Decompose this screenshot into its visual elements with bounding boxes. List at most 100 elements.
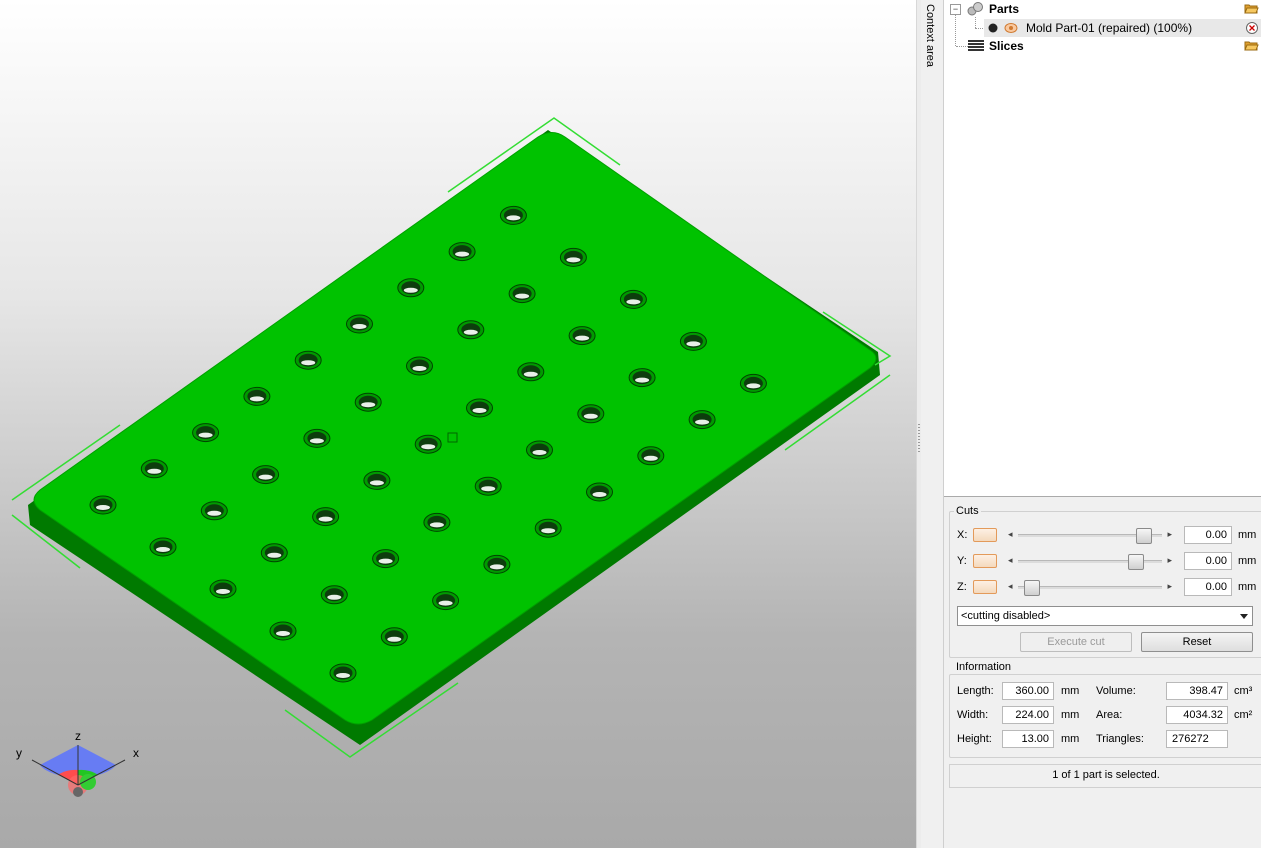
volume-value: 398.47 — [1166, 682, 1228, 700]
width-value: 224.00 — [1002, 706, 1054, 724]
hole-floor — [387, 636, 402, 642]
hole-floor — [583, 413, 598, 419]
cut-x-value-field[interactable]: 0.00 — [1184, 526, 1232, 544]
hole-floor — [258, 474, 273, 480]
cut-z-slider-thumb[interactable] — [1024, 580, 1040, 596]
hole-floor — [523, 371, 538, 377]
hole-floor — [301, 360, 316, 366]
right-panel: − Parts Mold Part-01 (repaired) (100%) S… — [944, 0, 1261, 848]
volume-unit: cm³ — [1234, 685, 1253, 697]
axis-label-y: y — [16, 746, 22, 760]
hole-floor — [421, 444, 436, 450]
hole-floor — [198, 432, 213, 438]
cut-y-value-field[interactable]: 0.00 — [1184, 552, 1232, 570]
slider-left-arrow-icon[interactable]: ◂ — [1008, 529, 1013, 540]
tree-item-slices-label: Slices — [989, 39, 1024, 53]
hole-floor — [378, 558, 393, 564]
hole-floor — [695, 419, 710, 425]
hole-floor — [515, 293, 530, 299]
parts-tree[interactable]: − Parts Mold Part-01 (repaired) (100%) S… — [944, 0, 1261, 497]
hole-floor — [403, 287, 418, 293]
hole-floor — [592, 492, 607, 497]
collapse-icon[interactable]: − — [950, 4, 961, 15]
cuts-title: Cuts — [954, 505, 981, 517]
cut-x-label: X: — [957, 529, 968, 541]
open-folder-icon[interactable] — [1244, 3, 1259, 14]
remove-part-icon[interactable] — [1246, 22, 1258, 34]
scene-svg[interactable] — [0, 0, 916, 848]
cut-z-color-button[interactable] — [973, 580, 997, 594]
reset-button[interactable]: Reset — [1141, 632, 1253, 652]
hole-floor — [481, 486, 496, 492]
slider-left-arrow-icon[interactable]: ◂ — [1008, 581, 1013, 592]
context-area-tab[interactable]: Context area — [921, 0, 944, 848]
cut-z-label: Z: — [957, 581, 967, 593]
tree-item-parts[interactable]: − Parts — [944, 0, 1261, 18]
hole-floor — [156, 547, 170, 552]
chevron-down-icon[interactable] — [1240, 614, 1248, 619]
hole-floor — [249, 396, 264, 402]
cut-mode-value: <cutting disabled> — [961, 610, 1051, 622]
hole-floor — [686, 341, 701, 347]
cut-z-value-field[interactable]: 0.00 — [1184, 578, 1232, 596]
plate-top[interactable] — [33, 132, 877, 725]
hole-floor — [463, 329, 478, 335]
slider-right-arrow-icon[interactable]: ▸ — [1167, 555, 1172, 566]
cut-z-unit: mm — [1238, 581, 1257, 593]
hole-floor — [506, 215, 521, 221]
hole-floor — [147, 468, 162, 474]
hole-floor — [96, 505, 110, 510]
execute-cut-button[interactable]: Execute cut — [1020, 632, 1132, 652]
cut-y-slider-thumb[interactable] — [1128, 554, 1144, 570]
area-label: Area: — [1096, 709, 1123, 721]
cut-z-slider[interactable]: ◂ ▸ — [1006, 580, 1174, 596]
cut-y-color-button[interactable] — [973, 554, 997, 568]
width-unit: mm — [1061, 709, 1080, 721]
slider-right-arrow-icon[interactable]: ▸ — [1167, 529, 1172, 540]
selection-status: 1 of 1 part is selected. — [949, 764, 1261, 788]
cut-y-slider[interactable]: ◂ ▸ — [1006, 554, 1174, 570]
hole-floor — [216, 589, 230, 594]
hole-floor — [429, 522, 444, 528]
cut-x-slider-thumb[interactable] — [1136, 528, 1152, 544]
slider-left-arrow-icon[interactable]: ◂ — [1008, 555, 1013, 566]
height-value: 13.00 — [1002, 730, 1054, 748]
eye-icon[interactable] — [1004, 22, 1018, 34]
tree-item-mold-part-label: Mold Part-01 (repaired) (100%) — [1026, 21, 1193, 35]
hole-floor — [489, 564, 504, 570]
tree-item-slices[interactable]: Slices — [944, 37, 1261, 55]
height-label: Height: — [957, 733, 992, 745]
context-area-label: Context area — [924, 4, 936, 67]
cut-mode-select[interactable]: <cutting disabled> — [957, 606, 1253, 626]
axis-label-z: z — [75, 729, 81, 743]
cut-x-slider[interactable]: ◂ ▸ — [1006, 528, 1174, 544]
cut-x-color-button[interactable] — [973, 528, 997, 542]
length-value: 360.00 — [1002, 682, 1054, 700]
area-unit: cm² — [1234, 709, 1253, 721]
hole-floor — [643, 455, 658, 461]
information-title: Information — [954, 661, 1014, 673]
hole-floor — [438, 600, 453, 606]
hole-floor — [541, 528, 556, 534]
axis-gizmo — [31, 745, 126, 797]
hole-floor — [369, 480, 384, 486]
hole-floor — [267, 552, 282, 558]
volume-label: Volume: — [1096, 685, 1136, 697]
hole-floor — [309, 438, 324, 444]
triangles-label: Triangles: — [1096, 733, 1144, 745]
tree-item-mold-part[interactable]: Mold Part-01 (repaired) (100%) — [984, 19, 1261, 37]
hole-floor — [626, 299, 641, 305]
open-folder-icon[interactable] — [1244, 40, 1259, 51]
cut-y-unit: mm — [1238, 555, 1257, 567]
slices-icon — [968, 40, 984, 51]
hole-floor — [336, 673, 350, 678]
hole-floor — [318, 516, 333, 522]
visibility-dot-icon[interactable] — [988, 23, 998, 33]
height-unit: mm — [1061, 733, 1080, 745]
area-value: 4034.32 — [1166, 706, 1228, 724]
hole-floor — [327, 594, 342, 600]
slider-right-arrow-icon[interactable]: ▸ — [1167, 581, 1172, 592]
splitter-grip-icon[interactable] — [918, 424, 920, 454]
3d-viewport[interactable]: z y x — [0, 0, 916, 848]
hole-floor — [575, 335, 590, 341]
